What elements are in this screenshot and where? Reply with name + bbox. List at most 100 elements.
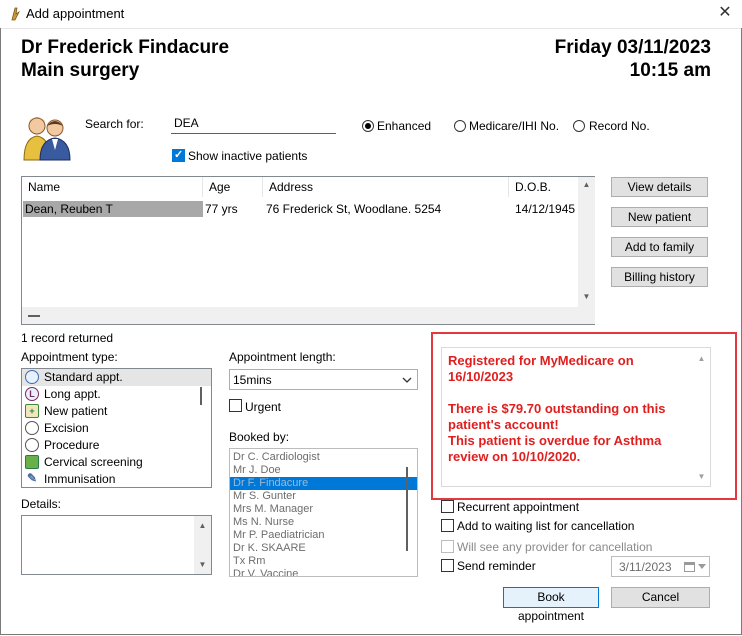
column-header-address[interactable]: Address (263, 177, 509, 197)
list-item[interactable]: Dr K. SKAARE (230, 542, 417, 555)
new-patient-icon: + (25, 404, 39, 418)
list-item-cervical-screening[interactable]: Cervical screening (22, 454, 211, 471)
list-item[interactable]: Dr C. Cardiologist (230, 451, 417, 464)
send-reminder-label: Send reminder (457, 559, 536, 573)
search-input[interactable]: DEA (171, 113, 336, 134)
list-item[interactable]: Tx Rm (230, 555, 417, 568)
cancel-button[interactable]: Cancel (611, 587, 710, 608)
scroll-up-icon[interactable]: ▲ (194, 521, 211, 530)
list-item-label: Standard appt. (44, 370, 123, 384)
appointment-type-list[interactable]: Standard appt. L Long appt. + New patien… (21, 368, 212, 488)
book-appointment-button[interactable]: Book appointment (503, 587, 599, 623)
appointment-length-label: Appointment length: (229, 350, 336, 364)
appointment-type-label: Appointment type: (21, 350, 118, 364)
clock-icon (25, 370, 39, 384)
clock-icon (25, 421, 39, 435)
scroll-down-icon[interactable]: ▼ (578, 292, 595, 301)
results-vertical-scrollbar[interactable]: ▲ ▼ (578, 177, 595, 307)
enhanced-radio-label: Enhanced (377, 119, 432, 133)
search-input-value: DEA (174, 116, 199, 130)
list-item[interactable]: Mrs M. Manager (230, 503, 417, 516)
list-item-new-patient[interactable]: + New patient (22, 403, 211, 420)
send-reminder-checkbox[interactable] (441, 559, 454, 572)
view-details-button[interactable]: View details (611, 177, 708, 197)
window-title: Add appointment (26, 6, 125, 21)
list-item-selected[interactable]: Dr F. Findacure (230, 477, 417, 490)
patient-results-grid[interactable]: Name Age Address D.O.B. Dean, Reuben T 7… (21, 176, 595, 325)
list-item[interactable]: Mr J. Doe (230, 464, 417, 477)
billing-history-button[interactable]: Billing history (611, 267, 708, 287)
scroll-down-icon[interactable]: ▼ (194, 560, 211, 569)
alert-text: Registered for MyMedicare on 16/10/2023 … (448, 353, 688, 465)
waiting-list-checkbox[interactable] (441, 519, 454, 532)
details-scrollbar[interactable]: ▲ ▼ (194, 516, 211, 574)
alert-line: patient's account! (448, 417, 559, 432)
list-item-label: Excision (44, 421, 89, 435)
clock-icon (25, 438, 39, 452)
appointment-length-select[interactable]: 15mins (229, 369, 418, 390)
list-item[interactable]: Mr S. Gunter (230, 490, 417, 503)
column-header-name[interactable]: Name (22, 177, 203, 197)
urgent-checkbox[interactable] (229, 399, 242, 412)
column-header-age[interactable]: Age (203, 177, 263, 197)
doctor-name: Dr Frederick Findacure (21, 37, 230, 58)
calendar-icon (684, 562, 695, 572)
row-name: Dean, Reuben T (25, 202, 113, 216)
chevron-down-icon (402, 377, 412, 383)
scroll-up-icon[interactable]: ▲ (693, 354, 710, 363)
list-scroll-thumb[interactable] (406, 467, 408, 551)
add-to-family-button[interactable]: Add to family (611, 237, 708, 257)
alert-line: This patient is overdue for Asthma (448, 433, 662, 448)
reminder-date-picker[interactable]: 3/11/2023 (611, 556, 710, 577)
long-appt-icon: L (25, 387, 39, 401)
recurrent-label: Recurrent appointment (457, 500, 580, 514)
booked-by-label: Booked by: (229, 430, 290, 444)
list-item-procedure[interactable]: Procedure (22, 437, 211, 454)
row-dob: 14/12/1945 (515, 202, 576, 216)
alert-line: review on 10/10/2020. (448, 449, 581, 464)
scroll-up-icon[interactable]: ▲ (578, 180, 595, 189)
search-label: Search for: (85, 117, 144, 131)
any-provider-checkbox[interactable] (441, 540, 454, 553)
list-item[interactable]: Mr P. Paediatrician (230, 529, 417, 542)
close-icon[interactable]: ✕ (712, 2, 738, 24)
reminder-date-value: 3/11/2023 (619, 560, 672, 574)
row-address: 76 Frederick St, Woodlane. 5254 (266, 202, 442, 216)
patient-alert-panel: Registered for MyMedicare on 16/10/2023 … (441, 347, 711, 487)
record-no-radio-label: Record No. (589, 119, 650, 133)
leaf-icon (25, 455, 39, 469)
details-textarea[interactable]: ▲ ▼ (21, 515, 212, 575)
row-age: 77 yrs (205, 202, 238, 216)
column-header-dob[interactable]: D.O.B. (509, 177, 577, 197)
details-label: Details: (21, 497, 62, 511)
table-row[interactable]: Dean, Reuben T 77 yrs 76 Frederick St, W… (23, 201, 578, 217)
results-horizontal-scrollbar[interactable] (22, 307, 595, 324)
enhanced-radio[interactable] (362, 120, 374, 132)
scroll-thumb[interactable] (28, 315, 40, 317)
list-item-label: Cervical screening (44, 455, 143, 469)
app-icon (11, 7, 21, 21)
list-item-excision[interactable]: Excision (22, 420, 211, 437)
list-item-immunisation[interactable]: ✎ Immunisation (22, 471, 211, 487)
medicare-radio[interactable] (454, 120, 466, 132)
chevron-down-icon (698, 564, 706, 569)
list-item-label: Long appt. (44, 387, 101, 401)
show-inactive-checkbox[interactable] (172, 148, 185, 162)
list-item[interactable]: Ms N. Nurse (230, 516, 417, 529)
list-scroll-thumb[interactable] (200, 387, 202, 405)
new-patient-button[interactable]: New patient (611, 207, 708, 227)
booked-by-list[interactable]: Dr C. Cardiologist Mr J. Doe Dr F. Finda… (229, 448, 418, 577)
records-returned-text: 1 record returned (21, 331, 114, 345)
list-item-label: Procedure (44, 438, 100, 452)
location-name: Main surgery (21, 60, 140, 81)
list-item-standard-appt[interactable]: Standard appt. (22, 369, 211, 386)
record-no-radio[interactable] (573, 120, 585, 132)
urgent-label: Urgent (245, 400, 282, 414)
alert-line: There is $79.70 outstanding on this (448, 401, 666, 416)
list-item[interactable]: Dr V. Vaccine (230, 568, 417, 576)
recurrent-checkbox[interactable] (441, 500, 454, 513)
list-item-long-appt[interactable]: L Long appt. (22, 386, 211, 403)
scroll-down-icon[interactable]: ▼ (693, 472, 710, 481)
appointment-date: Friday 03/11/2023 (554, 37, 711, 58)
waiting-list-label: Add to waiting list for cancellation (457, 519, 635, 533)
